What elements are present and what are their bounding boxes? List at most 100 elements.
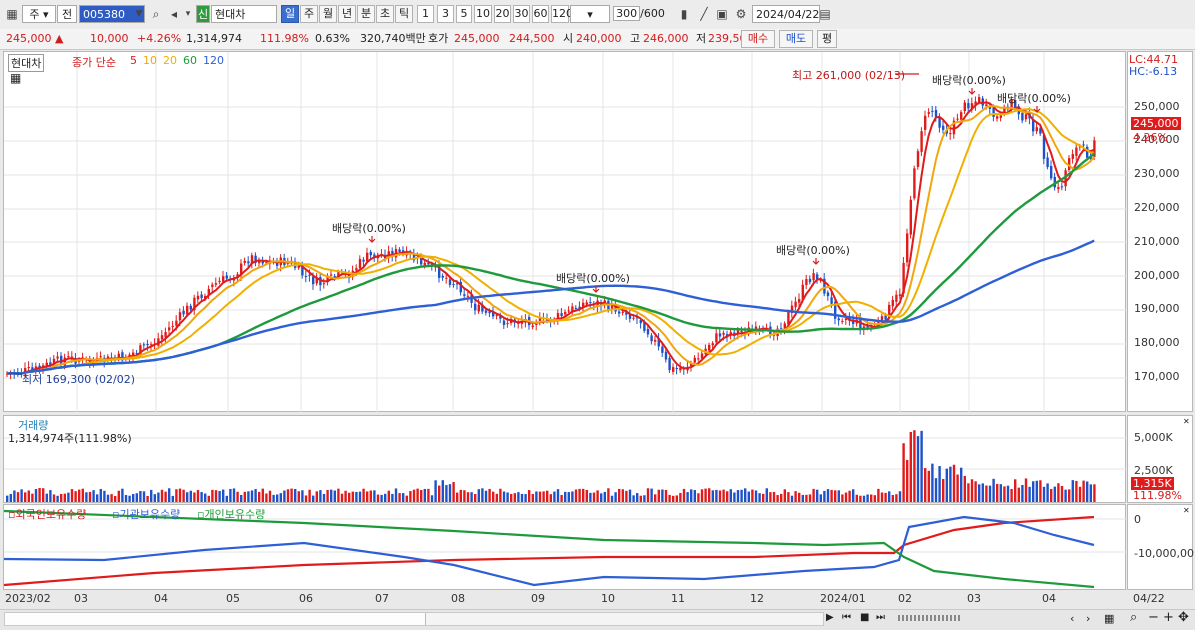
volume-bar (970, 479, 974, 502)
volume-bar (117, 490, 120, 502)
interval-button[interactable]: 120 (551, 5, 573, 23)
candle-body (1050, 166, 1053, 179)
candle-body (1024, 114, 1028, 120)
volume-bar (225, 495, 228, 502)
interval-button[interactable]: 5 (456, 5, 472, 23)
close-icon[interactable]: ✕ (1183, 417, 1190, 426)
volume-bar (956, 474, 959, 502)
first-page-icon[interactable]: ⏮ (842, 612, 851, 623)
volume-panel[interactable]: 거래량 1,314,974주(111.98%) (3, 415, 1127, 503)
buy-button[interactable]: 매수 (741, 30, 775, 48)
price-change-pct: +4.26% (137, 32, 182, 45)
interval-button[interactable]: 3 (437, 5, 454, 23)
date-field[interactable]: 2024/04/22 (752, 5, 820, 23)
volume-bar (254, 489, 257, 502)
x-axis-label: 09 (531, 592, 545, 605)
settings-icon[interactable]: ▦ (1104, 612, 1114, 625)
volume-bar (142, 491, 146, 502)
stop-icon[interactable]: ■ (860, 612, 869, 623)
candle-body (146, 343, 149, 346)
interval-button[interactable]: 20 (494, 5, 511, 23)
chevron-left-icon[interactable]: ‹ (1070, 612, 1074, 625)
zoom-out-icon[interactable]: ⌕ (1130, 610, 1137, 625)
volume-bar (934, 478, 938, 502)
search-icon[interactable]: ⌕ (148, 5, 164, 23)
last-page-icon[interactable]: ⏭ (876, 612, 885, 623)
volume-bar (304, 495, 308, 502)
volume-bar (1039, 480, 1042, 502)
candle-body (585, 302, 588, 305)
count-field[interactable]: 300/600 (612, 5, 666, 23)
interval-button[interactable]: 1 (417, 5, 434, 23)
candle-body (160, 335, 164, 340)
zoom-slider[interactable] (898, 615, 960, 621)
period-button[interactable]: 월 (319, 5, 337, 23)
x-axis-label: 04 (154, 592, 168, 605)
volume-bar (726, 491, 729, 502)
chevron-down-icon[interactable]: ▼ (131, 5, 147, 23)
candle-body (178, 312, 182, 321)
price-tick: 190,000 (1134, 302, 1180, 315)
interval-button[interactable]: 60 (532, 5, 549, 23)
candle-body (186, 305, 189, 315)
candle-body (841, 320, 844, 322)
close-icon[interactable]: ✕ (1183, 506, 1190, 515)
volume-bar (369, 490, 372, 502)
period-button[interactable]: 일 (281, 5, 299, 23)
period-button[interactable]: 틱 (395, 5, 413, 23)
volume-bar (106, 494, 110, 502)
x-axis-label: 2023/02 (5, 592, 51, 605)
period-button[interactable]: 분 (357, 5, 375, 23)
chart-menu-icon[interactable]: ▦ (4, 5, 20, 23)
plus-icon[interactable]: + (1163, 610, 1174, 625)
volume-bar (337, 488, 340, 502)
volume-bar (164, 491, 167, 502)
volume-bar (193, 492, 196, 502)
volume-bar (81, 488, 84, 502)
volume-bar (495, 493, 498, 502)
range-select[interactable]: ▾ (570, 5, 610, 23)
volume-bar (830, 489, 833, 502)
volume-bar (506, 492, 509, 502)
volume-bar (211, 489, 214, 502)
institution-holdings-line (4, 515, 1095, 587)
candle-type-icon[interactable]: ▮ (676, 5, 692, 23)
horizontal-scrollbar[interactable] (4, 612, 824, 626)
scroll-thumb[interactable] (5, 613, 426, 625)
scroll-right-icon[interactable]: ▶ (826, 612, 834, 623)
volume-bar (63, 493, 66, 502)
pct-tag: 4.26% (1133, 131, 1168, 144)
candle-body (956, 118, 959, 120)
period-button[interactable]: 주 (300, 5, 318, 23)
volume-bar (60, 493, 63, 502)
price-chart-panel[interactable]: 배당락(0.00%) 배당락(0.00%) 배당락(0.00%) 배당락(0.00%)… (3, 51, 1127, 413)
volume-bar (319, 490, 322, 502)
save-icon[interactable]: ▣ (714, 5, 730, 23)
eval-button[interactable]: 평 (817, 30, 837, 48)
calendar-icon[interactable]: ▤ (817, 5, 833, 23)
candle-body (632, 317, 635, 319)
market-select[interactable]: 주 ▾ (22, 5, 56, 23)
prev-button[interactable]: 전 (57, 5, 77, 23)
volume-bar (643, 495, 646, 502)
period-button[interactable]: 년 (338, 5, 356, 23)
draw-tool-icon[interactable]: ╱ (696, 5, 712, 23)
move-icon[interactable]: ✥ (1178, 610, 1189, 625)
gear-icon[interactable]: ⚙ (733, 5, 749, 23)
chevron-right-icon[interactable]: › (1086, 612, 1090, 625)
volume-bar (704, 488, 707, 502)
price-change: 10,000 (90, 32, 129, 45)
volume-bar (805, 494, 808, 502)
chevron-down-icon[interactable]: ▾ (180, 5, 196, 23)
interval-button[interactable]: 10 (474, 5, 492, 23)
minus-icon[interactable]: − (1148, 610, 1159, 625)
volume-bar (243, 491, 246, 502)
table-toggle-icon[interactable]: ▦ (10, 71, 21, 85)
interval-button[interactable]: 30 (513, 5, 530, 23)
period-button[interactable]: 초 (376, 5, 394, 23)
stock-name-field[interactable]: 현대차 (211, 5, 277, 23)
sell-button[interactable]: 매도 (779, 30, 813, 48)
holdings-panel[interactable]: ▫외국인보유수량 ▫기관보유수량 ▫개인보유수량 (3, 504, 1127, 590)
volume-bar (751, 489, 754, 502)
volume-bar (531, 493, 534, 502)
